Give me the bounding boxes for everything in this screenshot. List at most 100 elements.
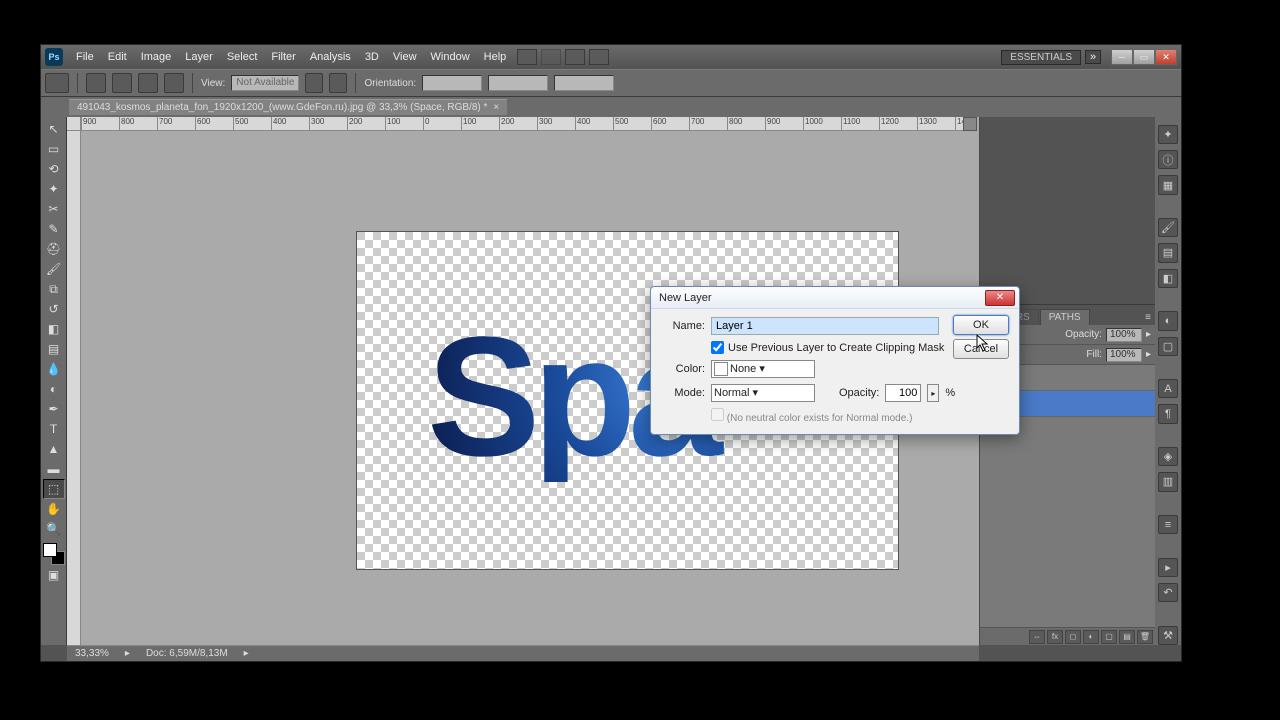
ok-button[interactable]: OK bbox=[953, 315, 1009, 335]
history-panel-icon[interactable]: ↶ bbox=[1158, 583, 1178, 602]
masks-panel-icon[interactable]: ▢ bbox=[1158, 337, 1178, 356]
brush-tool[interactable]: 🖌 bbox=[43, 259, 65, 279]
eyedropper-tool[interactable]: ✎ bbox=[43, 219, 65, 239]
straighten-icon[interactable] bbox=[138, 73, 158, 93]
swatches-panel-icon[interactable]: ▤ bbox=[1158, 243, 1178, 262]
dialog-close-button[interactable]: ✕ bbox=[985, 290, 1015, 306]
opacity-flyout-icon[interactable]: ▸ bbox=[1146, 329, 1151, 340]
ruler-tool-icon[interactable] bbox=[112, 73, 132, 93]
tab-paths[interactable]: PATHS bbox=[1040, 309, 1090, 325]
hand-tool[interactable]: ✋ bbox=[43, 499, 65, 519]
shape-tool[interactable]: ▬ bbox=[43, 459, 65, 479]
orientation-field-2[interactable] bbox=[488, 75, 548, 91]
color-select[interactable]: None ▾ bbox=[711, 360, 815, 378]
menu-file[interactable]: File bbox=[69, 51, 101, 63]
fill-flyout-icon[interactable]: ▸ bbox=[1146, 349, 1151, 360]
zoom-tool[interactable]: 🔍 bbox=[43, 519, 65, 539]
document-tab[interactable]: 491043_kosmos_planeta_fon_1920x1200_(www… bbox=[69, 99, 507, 115]
name-input[interactable] bbox=[711, 317, 939, 335]
eraser-tool[interactable]: ◧ bbox=[43, 319, 65, 339]
launch-bridge-button[interactable] bbox=[517, 49, 537, 65]
status-flyout-icon[interactable]: ▸ bbox=[244, 648, 249, 659]
dialog-titlebar[interactable]: New Layer ✕ bbox=[651, 287, 1019, 309]
foreground-color-swatch[interactable] bbox=[43, 543, 57, 557]
view-extras-button[interactable] bbox=[541, 49, 561, 65]
styles-panel-icon[interactable]: ◧ bbox=[1158, 269, 1178, 288]
gradient-tool[interactable]: ▤ bbox=[43, 339, 65, 359]
pen-tool[interactable]: ✒ bbox=[43, 399, 65, 419]
menu-view[interactable]: View bbox=[386, 51, 424, 63]
minimize-button[interactable]: ─ bbox=[1111, 49, 1133, 65]
menu-3d[interactable]: 3D bbox=[358, 51, 386, 63]
lasso-tool[interactable]: ⟲ bbox=[43, 159, 65, 179]
close-button[interactable]: ✕ bbox=[1155, 49, 1177, 65]
menu-edit[interactable]: Edit bbox=[101, 51, 134, 63]
ruler-origin[interactable] bbox=[67, 117, 81, 131]
brushes-panel-icon[interactable]: 🖌 bbox=[1158, 218, 1178, 237]
workspace-switcher[interactable]: ESSENTIALS bbox=[1001, 50, 1081, 65]
actions-panel-icon[interactable]: ▸ bbox=[1158, 558, 1178, 577]
measurement-scale-icon[interactable] bbox=[86, 73, 106, 93]
color-swatches[interactable] bbox=[43, 543, 65, 565]
view-toggle-icon[interactable] bbox=[305, 73, 323, 93]
crop-tool[interactable]: ✂ bbox=[43, 199, 65, 219]
document-close-icon[interactable]: × bbox=[493, 102, 499, 113]
paragraph-panel-icon[interactable]: ¶ bbox=[1158, 404, 1178, 423]
type-tool[interactable]: T bbox=[43, 419, 65, 439]
opacity-field[interactable]: 100% bbox=[1106, 328, 1142, 342]
histogram-panel-icon[interactable]: ▥ bbox=[1158, 472, 1178, 491]
adjustments-panel-icon[interactable]: ◐ bbox=[1158, 311, 1178, 330]
scrollbar-arrow-icon[interactable] bbox=[963, 117, 977, 131]
expand-workspaces-icon[interactable]: » bbox=[1085, 50, 1101, 64]
delete-layer-icon[interactable]: 🗑 bbox=[1137, 630, 1153, 644]
layer-style-icon[interactable]: fx bbox=[1047, 630, 1063, 644]
document-info[interactable]: Doc: 6,59M/8,13M bbox=[146, 648, 228, 659]
history-brush-tool[interactable]: ↺ bbox=[43, 299, 65, 319]
screen-mode-button[interactable] bbox=[565, 49, 585, 65]
view-field[interactable]: Not Available bbox=[231, 75, 299, 91]
clipping-mask-checkbox[interactable] bbox=[711, 341, 724, 354]
menu-window[interactable]: Window bbox=[424, 51, 477, 63]
path-select-tool[interactable]: ▲ bbox=[43, 439, 65, 459]
new-layer-icon[interactable]: ▤ bbox=[1119, 630, 1135, 644]
menu-analysis[interactable]: Analysis bbox=[303, 51, 358, 63]
character-panel-icon[interactable]: A bbox=[1158, 379, 1178, 398]
marquee-tool[interactable]: ▭ bbox=[43, 139, 65, 159]
adjustment-layer-icon[interactable]: ◐ bbox=[1083, 630, 1099, 644]
tool-presets-panel-icon[interactable]: ⚒ bbox=[1158, 626, 1178, 645]
view-toggle2-icon[interactable] bbox=[329, 73, 347, 93]
orientation-field-1[interactable] bbox=[422, 75, 482, 91]
quick-select-tool[interactable]: ✦ bbox=[43, 179, 65, 199]
layer-mask-icon[interactable]: ◻ bbox=[1065, 630, 1081, 644]
layers-panel-icon[interactable]: ≡ bbox=[1158, 515, 1178, 534]
link-layers-icon[interactable]: ⇔ bbox=[1029, 630, 1045, 644]
dialog-opacity-input[interactable] bbox=[885, 384, 921, 402]
healing-brush-tool[interactable]: ⛑ bbox=[43, 239, 65, 259]
3d-tool[interactable]: ⬚ bbox=[43, 479, 65, 499]
current-tool-preset-icon[interactable] bbox=[45, 73, 69, 93]
menu-help[interactable]: Help bbox=[477, 51, 514, 63]
navigator-panel-icon[interactable]: ✦ bbox=[1158, 125, 1178, 144]
3d-panel-icon[interactable]: ◈ bbox=[1158, 447, 1178, 466]
info-panel-icon[interactable]: ⓘ bbox=[1158, 150, 1178, 169]
maximize-button[interactable]: ▭ bbox=[1133, 49, 1155, 65]
orientation-field-3[interactable] bbox=[554, 75, 614, 91]
vertical-ruler[interactable] bbox=[67, 131, 81, 645]
clear-icon[interactable] bbox=[164, 73, 184, 93]
menu-image[interactable]: Image bbox=[134, 51, 179, 63]
horizontal-ruler[interactable]: 9008007006005004003002001000100200300400… bbox=[81, 117, 965, 131]
mode-select[interactable]: Normal ▾ bbox=[711, 384, 815, 402]
menu-filter[interactable]: Filter bbox=[264, 51, 302, 63]
arrange-documents-button[interactable] bbox=[589, 49, 609, 65]
move-tool[interactable]: ↖ bbox=[43, 119, 65, 139]
quick-mask-toggle[interactable]: ▣ bbox=[43, 565, 65, 585]
menu-layer[interactable]: Layer bbox=[178, 51, 220, 63]
color-panel-icon[interactable]: ▦ bbox=[1158, 175, 1178, 194]
menu-select[interactable]: Select bbox=[220, 51, 265, 63]
blur-tool[interactable]: 💧 bbox=[43, 359, 65, 379]
opacity-stepper-icon[interactable]: ▸ bbox=[927, 384, 939, 402]
layer-group-icon[interactable]: ▢ bbox=[1101, 630, 1117, 644]
clone-stamp-tool[interactable]: ⧉ bbox=[43, 279, 65, 299]
zoom-level[interactable]: 33,33% bbox=[75, 648, 109, 659]
dodge-tool[interactable]: ◐ bbox=[43, 379, 65, 399]
